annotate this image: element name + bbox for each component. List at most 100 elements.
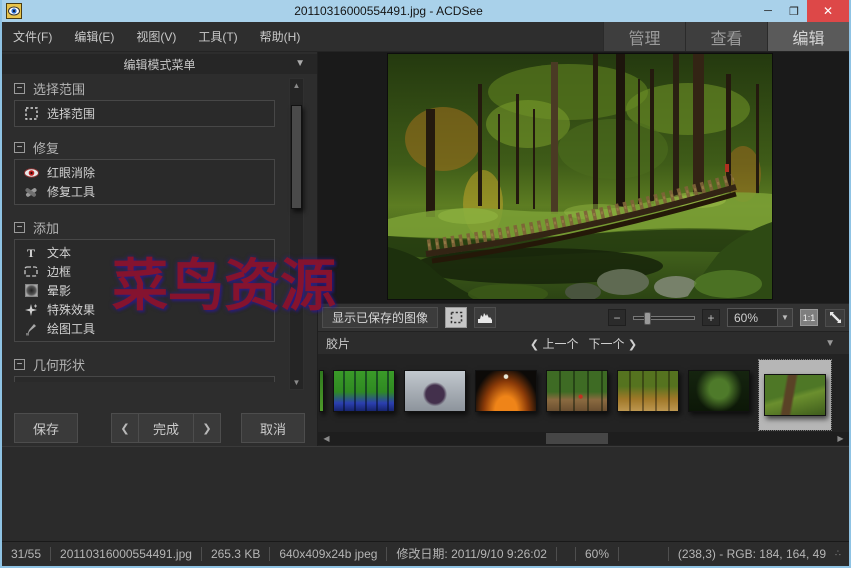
menu-edit[interactable]: 编辑(E) bbox=[63, 22, 125, 51]
group-box-add: T 文本 边框 晕影 bbox=[14, 239, 275, 342]
actual-size-button[interactable]: 1:1 bbox=[800, 309, 818, 326]
group-box-repair: 红眼消除 修复工具 bbox=[14, 159, 275, 205]
scrollbar-thumb[interactable] bbox=[291, 105, 302, 209]
mode-view-button[interactable]: 查看 bbox=[685, 22, 767, 51]
next-link[interactable]: 下一个 bbox=[589, 337, 625, 351]
tool-item-text[interactable]: T 文本 bbox=[15, 243, 274, 262]
collapse-icon[interactable]: − bbox=[14, 142, 25, 153]
zoom-in-button[interactable]: + bbox=[702, 309, 720, 326]
status-pixel-info: (238,3) - RGB: 184, 164, 49 bbox=[668, 547, 835, 561]
acdsee-logo-icon bbox=[6, 3, 22, 19]
effects-icon bbox=[23, 302, 39, 318]
red-eye-icon bbox=[23, 165, 39, 181]
zoom-level-value: 60% bbox=[728, 311, 777, 325]
zoom-slider-knob[interactable] bbox=[644, 312, 651, 325]
menu-file[interactable]: 文件(F) bbox=[2, 22, 63, 51]
filmstrip-thumbnail[interactable] bbox=[546, 370, 608, 412]
tool-item-frame[interactable]: 边框 bbox=[15, 262, 274, 281]
tool-item-draw[interactable]: 绘图工具 bbox=[15, 319, 274, 338]
panel-buttons: 保存 ❮ 完成 ❯ 取消 bbox=[2, 413, 317, 443]
save-button[interactable]: 保存 bbox=[14, 413, 78, 443]
filmstrip-thumbnail[interactable] bbox=[688, 370, 750, 412]
filmstrip-thumbnail-selected[interactable] bbox=[759, 360, 831, 430]
panel-scrollbar[interactable]: ▲ ▼ bbox=[289, 78, 304, 390]
group-repair[interactable]: − 修复 bbox=[14, 135, 275, 159]
group-selection[interactable]: − 选择范围 bbox=[14, 76, 275, 100]
collapse-icon[interactable]: − bbox=[14, 83, 25, 94]
bottom-empty-area bbox=[2, 446, 849, 541]
resize-grip[interactable]: ∴ bbox=[835, 548, 849, 559]
selection-icon bbox=[23, 106, 39, 122]
status-filesize: 265.3 KB bbox=[201, 547, 269, 561]
previous-arrow-icon[interactable]: ❮ bbox=[530, 339, 539, 351]
tool-item-heal[interactable]: 修复工具 bbox=[15, 182, 274, 201]
status-image-info: 640x409x24b jpeg bbox=[269, 547, 386, 561]
tool-item-vignette[interactable]: 晕影 bbox=[15, 281, 274, 300]
histogram-button[interactable] bbox=[474, 307, 496, 328]
filmstrip-header: 胶片 ❮ 上一个 下一个 ❯ ▼ bbox=[318, 331, 849, 354]
filmstrip-scrollbar[interactable]: ◀ ▶ bbox=[318, 432, 849, 445]
filmstrip-thumbnail[interactable] bbox=[475, 370, 537, 412]
close-button[interactable]: ✕ bbox=[807, 0, 849, 22]
menu-view[interactable]: 视图(V) bbox=[125, 22, 187, 51]
group-add[interactable]: − 添加 bbox=[14, 215, 275, 239]
status-modified-date: 修改日期: 2011/9/10 9:26:02 bbox=[386, 547, 556, 561]
filmstrip-thumbnail[interactable] bbox=[404, 370, 466, 412]
tool-list: − 选择范围 选择范围 − 修复 bbox=[14, 76, 275, 382]
menu-tools[interactable]: 工具(T) bbox=[187, 22, 248, 51]
filmstrip-scrollbar-thumb[interactable] bbox=[546, 433, 608, 444]
acdsee-window: 20110316000554491.jpg - ACDSee ─ ❐ ✕ 文件(… bbox=[0, 0, 851, 568]
scroll-left-icon[interactable]: ◀ bbox=[320, 432, 333, 445]
filmstrip: ◀ ▶ bbox=[318, 354, 849, 446]
previous-link[interactable]: 上一个 bbox=[542, 337, 578, 351]
filmstrip-dropdown-icon[interactable]: ▼ bbox=[825, 338, 835, 349]
tool-item-red-eye[interactable]: 红眼消除 bbox=[15, 163, 274, 182]
edit-mode-menu-header[interactable]: 编辑模式菜单 ▼ bbox=[2, 54, 317, 74]
tool-item-effects[interactable]: 特殊效果 bbox=[15, 300, 274, 319]
maximize-button[interactable]: ❐ bbox=[781, 0, 807, 22]
group-box-geometry: 旋转 bbox=[14, 376, 275, 382]
text-icon: T bbox=[23, 245, 39, 261]
next-image-button[interactable]: ❯ bbox=[193, 413, 221, 443]
show-saved-image-button[interactable]: 显示已保存的图像 bbox=[322, 307, 438, 328]
vignette-icon bbox=[23, 283, 39, 299]
collapse-icon[interactable]: − bbox=[14, 359, 25, 370]
edit-panel: 编辑模式菜单 ▼ − 选择范围 选择范围 − bbox=[2, 52, 317, 446]
svg-text:T: T bbox=[27, 247, 35, 259]
mode-manage-button[interactable]: 管理 bbox=[603, 22, 685, 51]
group-geometry[interactable]: − 几何形状 bbox=[14, 352, 275, 376]
menubar: 文件(F) 编辑(E) 视图(V) 工具(T) 帮助(H) 管理 查看 编辑 bbox=[2, 22, 849, 52]
zoom-out-button[interactable]: − bbox=[608, 309, 626, 326]
current-image-thumbnail[interactable] bbox=[764, 374, 826, 416]
status-filename: 20110316000554491.jpg bbox=[50, 547, 201, 561]
cancel-button[interactable]: 取消 bbox=[241, 413, 305, 443]
next-arrow-icon[interactable]: ❯ bbox=[628, 339, 637, 351]
filmstrip-thumbnail[interactable] bbox=[333, 370, 395, 412]
previous-image-button[interactable]: ❮ bbox=[111, 413, 139, 443]
done-button[interactable]: 完成 bbox=[139, 413, 193, 443]
group-box-selection: 选择范围 bbox=[14, 100, 275, 127]
edit-mode-menu-label: 编辑模式菜单 bbox=[123, 56, 195, 73]
titlebar: 20110316000554491.jpg - ACDSee ─ ❐ ✕ bbox=[2, 0, 849, 22]
photo-forest-bridge bbox=[388, 54, 772, 299]
minimize-button[interactable]: ─ bbox=[755, 0, 781, 22]
collapse-icon[interactable]: − bbox=[14, 222, 25, 233]
menu-help[interactable]: 帮助(H) bbox=[249, 22, 312, 51]
zoom-dropdown-icon[interactable]: ▼ bbox=[777, 309, 792, 326]
tool-item-rotate[interactable]: 旋转 bbox=[15, 380, 274, 382]
filmstrip-nav: ❮ 上一个 下一个 ❯ bbox=[318, 335, 849, 352]
scroll-up-icon[interactable]: ▲ bbox=[290, 79, 303, 92]
scroll-right-icon[interactable]: ▶ bbox=[834, 432, 847, 445]
zoom-slider[interactable] bbox=[633, 316, 695, 320]
filmstrip-thumbnail[interactable] bbox=[319, 370, 324, 412]
tool-item-select-range[interactable]: 选择范围 bbox=[15, 104, 274, 123]
filmstrip-thumbnail[interactable] bbox=[617, 370, 679, 412]
selection-display-button[interactable] bbox=[445, 307, 467, 328]
editor-canvas-area: 显示已保存的图像 − + 60% ▼ 1:1 bbox=[317, 52, 849, 446]
fit-image-button[interactable] bbox=[825, 309, 845, 327]
mode-edit-button[interactable]: 编辑 bbox=[767, 22, 849, 51]
mode-switcher: 管理 查看 编辑 bbox=[603, 22, 849, 51]
zoom-level-combo[interactable]: 60% ▼ bbox=[727, 308, 793, 327]
scroll-down-icon[interactable]: ▼ bbox=[290, 376, 303, 389]
rotate-icon bbox=[23, 382, 39, 383]
